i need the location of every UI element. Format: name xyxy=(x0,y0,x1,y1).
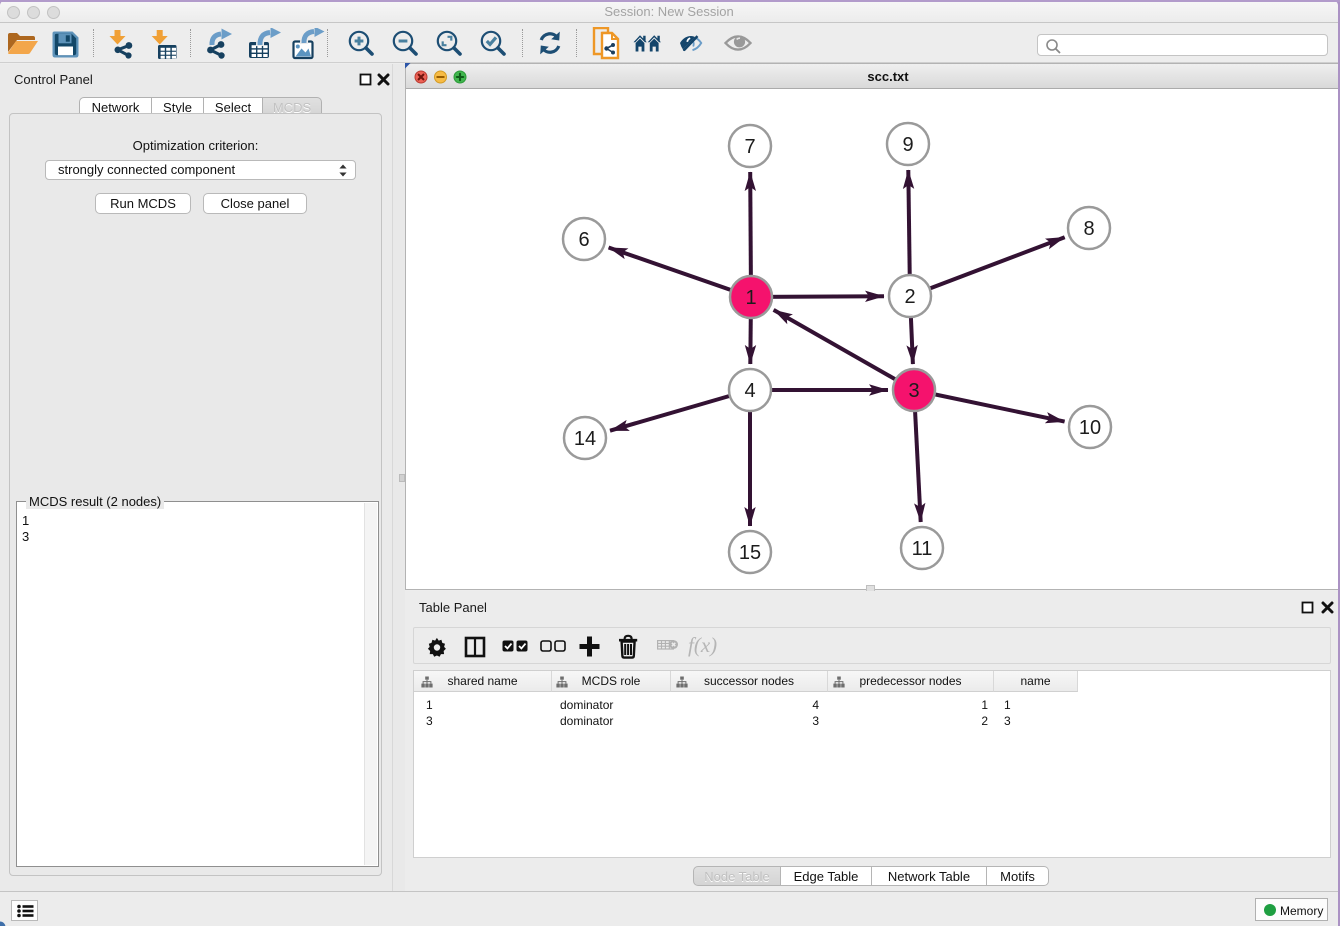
svg-text:14: 14 xyxy=(574,428,596,450)
svg-text:1: 1 xyxy=(745,287,756,309)
svg-text:15: 15 xyxy=(739,542,761,564)
svg-text:2: 2 xyxy=(904,286,915,308)
svg-text:9: 9 xyxy=(902,134,913,156)
svg-text:10: 10 xyxy=(1079,417,1101,439)
svg-text:8: 8 xyxy=(1083,218,1094,240)
svg-text:11: 11 xyxy=(912,538,933,560)
svg-text:4: 4 xyxy=(744,380,755,402)
svg-text:7: 7 xyxy=(744,136,755,158)
svg-text:6: 6 xyxy=(578,229,589,251)
svg-text:3: 3 xyxy=(908,380,919,402)
